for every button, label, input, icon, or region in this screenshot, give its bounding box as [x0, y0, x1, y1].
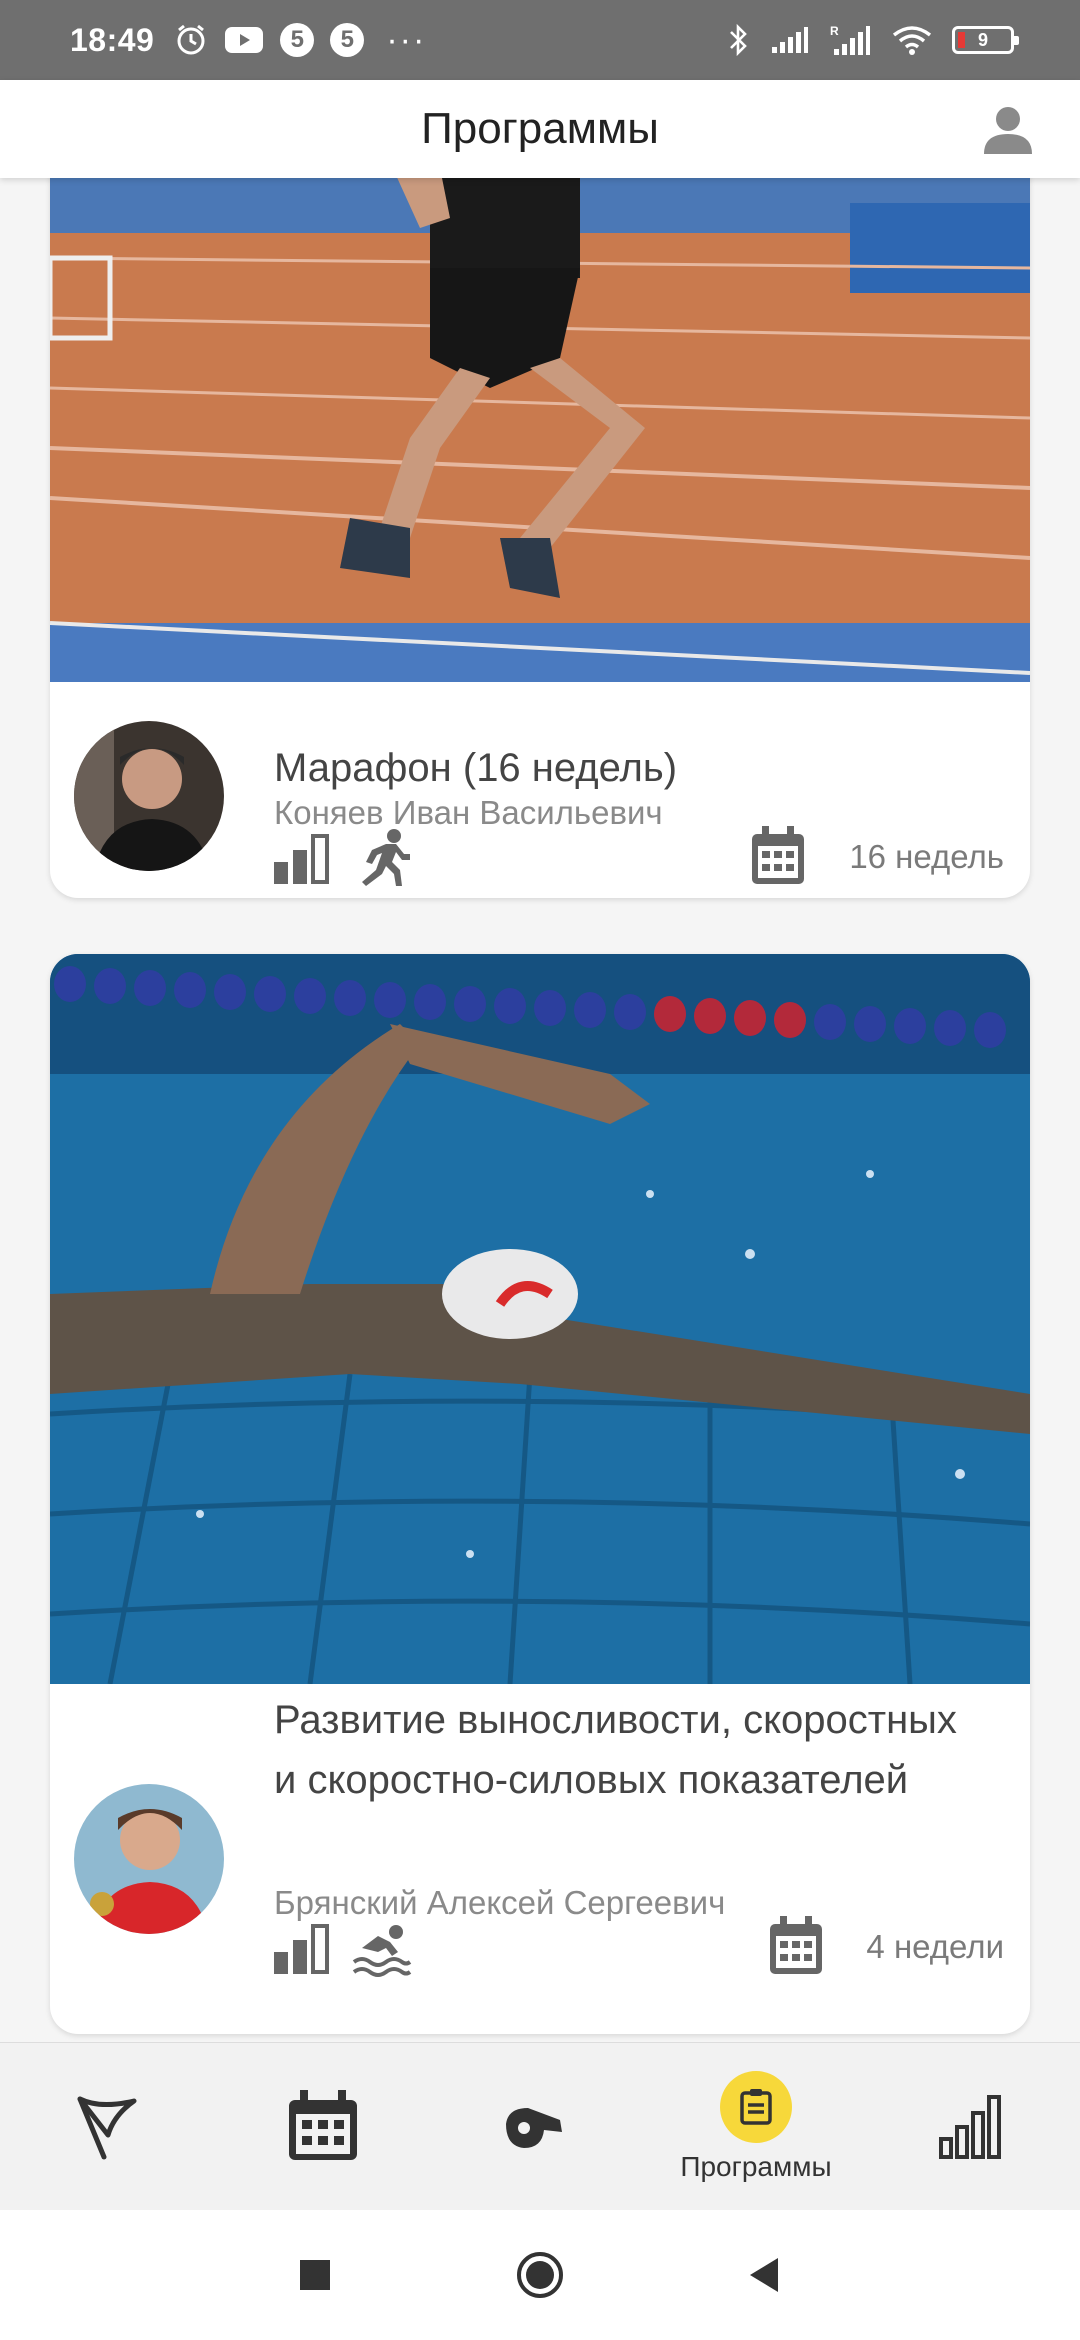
level-icon	[274, 1924, 329, 1974]
signal-icon	[770, 25, 810, 55]
whistle-icon	[506, 2108, 562, 2148]
battery-level: 9	[977, 29, 988, 50]
program-author: Коняев Иван Васильевич	[274, 794, 663, 831]
wifi-icon	[892, 25, 932, 55]
level-icon	[274, 834, 329, 884]
swimming-icon	[352, 1925, 412, 1977]
programs-list: Марафон (16 недель) Коняев Иван Васильев…	[0, 178, 1080, 2042]
account-icon[interactable]	[980, 102, 1036, 158]
status-system-icons: R 9	[728, 23, 1019, 57]
calendar-icon	[289, 2090, 357, 2160]
calendar-icon	[770, 1916, 822, 1974]
bottom-navigation: Программы	[0, 2042, 1080, 2210]
battery-icon: 9	[952, 26, 1019, 54]
nav-item-stats[interactable]	[872, 2043, 1072, 2211]
nav-item-goals[interactable]	[6, 2043, 206, 2211]
notification-badge-icon: 5	[280, 23, 315, 57]
program-image	[50, 954, 1030, 1684]
program-image	[50, 178, 1030, 682]
status-notification-icons: 5 5 ···	[174, 23, 426, 57]
flag-icon	[77, 2096, 137, 2160]
program-duration: 16 недель	[849, 838, 1004, 875]
nav-item-calendar[interactable]	[223, 2043, 423, 2211]
youtube-icon	[224, 25, 264, 55]
nav-item-programs[interactable]: Программы	[656, 2043, 856, 2211]
notification-badge-icon: 5	[330, 23, 365, 57]
program-card[interactable]: Развитие выносливости, скоростных и скор…	[50, 954, 1030, 2034]
program-icon	[740, 2089, 772, 2125]
status-time: 18:49	[70, 21, 155, 58]
back-button[interactable]	[740, 2250, 790, 2300]
program-author: Брянский Алексей Сергеевич	[274, 1884, 726, 1921]
page-title: Программы	[421, 104, 659, 153]
coach-avatar	[74, 721, 224, 871]
running-icon	[362, 829, 410, 886]
svg-text:R: R	[830, 24, 839, 38]
nav-active-indicator	[720, 2071, 792, 2143]
program-title: Развитие выносливости, скоростных и скор…	[274, 1698, 957, 1802]
program-card[interactable]: Марафон (16 недель) Коняев Иван Васильев…	[50, 178, 1030, 898]
home-button[interactable]	[515, 2250, 565, 2300]
alarm-icon	[174, 23, 208, 57]
calendar-icon	[752, 826, 804, 884]
program-title: Марафон (16 недель)	[274, 746, 678, 790]
coach-avatar	[74, 1784, 224, 1934]
system-navigation-bar	[0, 2210, 1080, 2340]
signal-roaming-icon: R	[830, 23, 872, 57]
top-app-bar: Программы	[0, 80, 1080, 178]
more-notifications-indicator: ···	[386, 21, 427, 59]
status-bar: 18:49 5 5 ··· R 9	[0, 0, 1080, 80]
bluetooth-icon	[728, 23, 750, 57]
nav-item-coach[interactable]	[433, 2043, 633, 2211]
stats-icon	[939, 2095, 1001, 2159]
program-duration: 4 недели	[866, 1928, 1004, 1965]
recents-button[interactable]	[290, 2250, 340, 2300]
nav-label-programs: Программы	[680, 2151, 832, 2182]
